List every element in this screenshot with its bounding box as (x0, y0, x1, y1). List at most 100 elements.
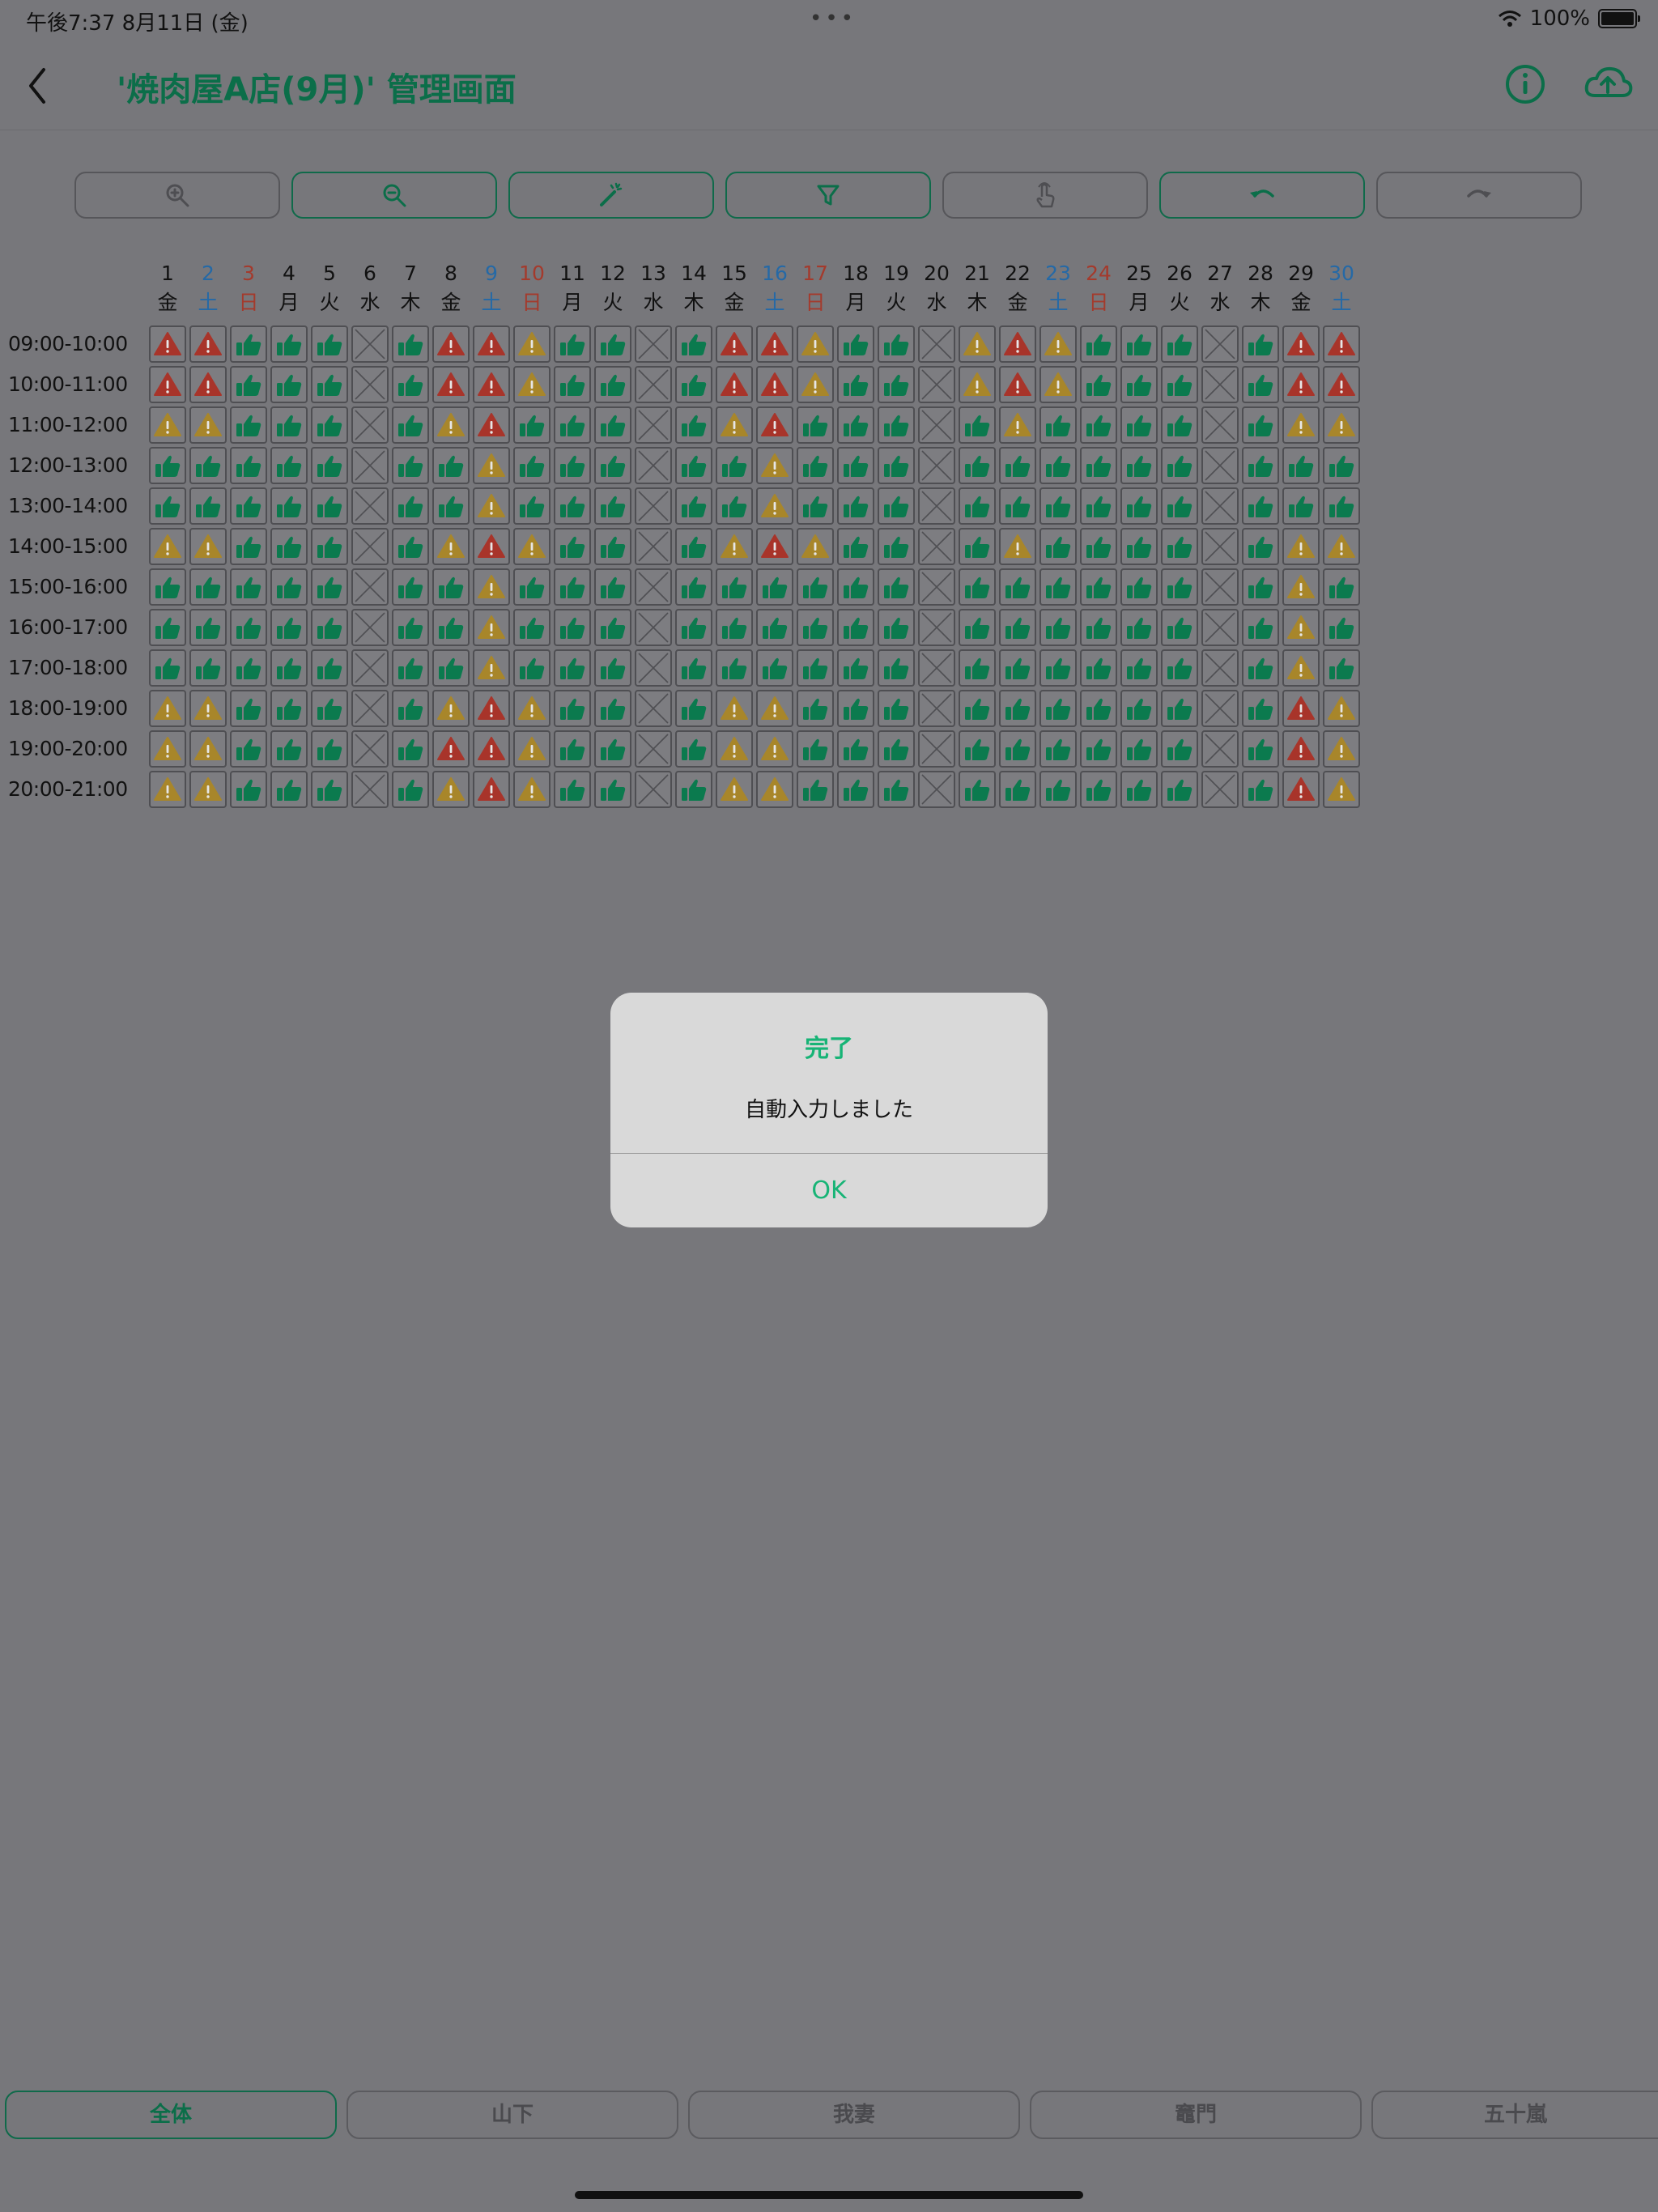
schedule-cell[interactable] (1120, 366, 1158, 403)
schedule-cell[interactable] (1323, 771, 1360, 808)
schedule-cell[interactable] (1039, 649, 1077, 687)
schedule-cell[interactable] (594, 649, 631, 687)
schedule-cell[interactable] (311, 487, 348, 525)
schedule-cell[interactable] (918, 366, 955, 403)
schedule-cell[interactable] (392, 325, 429, 363)
schedule-cell[interactable] (392, 406, 429, 444)
tab-all[interactable]: 全体 (5, 2091, 337, 2139)
schedule-cell[interactable] (675, 568, 712, 606)
schedule-cell[interactable] (473, 771, 510, 808)
schedule-cell[interactable] (716, 447, 753, 484)
schedule-cell[interactable] (594, 528, 631, 565)
schedule-cell[interactable] (1323, 528, 1360, 565)
schedule-cell[interactable] (351, 325, 389, 363)
schedule-cell[interactable] (554, 325, 591, 363)
schedule-cell[interactable] (230, 568, 267, 606)
schedule-cell[interactable] (554, 568, 591, 606)
schedule-cell[interactable] (1080, 690, 1117, 727)
schedule-cell[interactable] (1120, 771, 1158, 808)
schedule-cell[interactable] (959, 366, 996, 403)
schedule-cell[interactable] (837, 649, 874, 687)
schedule-cell[interactable] (999, 487, 1036, 525)
schedule-cell[interactable] (1120, 649, 1158, 687)
schedule-cell[interactable] (351, 771, 389, 808)
schedule-cell[interactable] (230, 487, 267, 525)
schedule-cell[interactable] (189, 487, 227, 525)
schedule-cell[interactable] (1120, 690, 1158, 727)
schedule-cell[interactable] (392, 366, 429, 403)
schedule-cell[interactable] (1323, 487, 1360, 525)
schedule-cell[interactable] (756, 406, 793, 444)
schedule-cell[interactable] (878, 447, 915, 484)
info-circle-icon[interactable] (1499, 58, 1551, 110)
schedule-cell[interactable] (432, 690, 470, 727)
schedule-cell[interactable] (149, 366, 186, 403)
schedule-cell[interactable] (230, 447, 267, 484)
schedule-cell[interactable] (189, 325, 227, 363)
schedule-cell[interactable] (513, 528, 551, 565)
schedule-cell[interactable] (1323, 568, 1360, 606)
schedule-cell[interactable] (837, 528, 874, 565)
schedule-cell[interactable] (1201, 649, 1239, 687)
schedule-cell[interactable] (1323, 447, 1360, 484)
schedule-cell[interactable] (149, 730, 186, 768)
schedule-cell[interactable] (1242, 609, 1279, 646)
schedule-cell[interactable] (1242, 649, 1279, 687)
schedule-cell[interactable] (554, 406, 591, 444)
schedule-cell[interactable] (1039, 528, 1077, 565)
schedule-cell[interactable] (1039, 568, 1077, 606)
schedule-cell[interactable] (230, 730, 267, 768)
schedule-cell[interactable] (270, 730, 308, 768)
schedule-cell[interactable] (999, 568, 1036, 606)
schedule-cell[interactable] (432, 771, 470, 808)
auto-fill-button[interactable] (508, 172, 714, 219)
schedule-cell[interactable] (1282, 771, 1320, 808)
schedule-cell[interactable] (675, 609, 712, 646)
schedule-cell[interactable] (1039, 366, 1077, 403)
schedule-cell[interactable] (1039, 406, 1077, 444)
schedule-cell[interactable] (1323, 325, 1360, 363)
schedule-cell[interactable] (918, 487, 955, 525)
schedule-cell[interactable] (1039, 609, 1077, 646)
schedule-cell[interactable] (1242, 528, 1279, 565)
schedule-cell[interactable] (351, 730, 389, 768)
schedule-cell[interactable] (675, 366, 712, 403)
schedule-cell[interactable] (149, 568, 186, 606)
schedule-cell[interactable] (1242, 406, 1279, 444)
schedule-cell[interactable] (716, 325, 753, 363)
schedule-cell[interactable] (473, 325, 510, 363)
schedule-cell[interactable] (716, 649, 753, 687)
schedule-cell[interactable] (270, 771, 308, 808)
schedule-cell[interactable] (554, 609, 591, 646)
schedule-cell[interactable] (1161, 649, 1198, 687)
schedule-cell[interactable] (999, 771, 1036, 808)
schedule-cell[interactable] (270, 487, 308, 525)
schedule-cell[interactable] (554, 649, 591, 687)
schedule-cell[interactable] (270, 366, 308, 403)
schedule-cell[interactable] (473, 406, 510, 444)
schedule-cell[interactable] (311, 366, 348, 403)
undo-button[interactable] (1159, 172, 1365, 219)
schedule-cell[interactable] (756, 447, 793, 484)
schedule-cell[interactable] (594, 487, 631, 525)
schedule-cell[interactable] (230, 366, 267, 403)
schedule-cell[interactable] (270, 406, 308, 444)
schedule-cell[interactable] (351, 568, 389, 606)
schedule-cell[interactable] (1080, 487, 1117, 525)
schedule-cell[interactable] (554, 730, 591, 768)
zoom-in-button[interactable] (74, 172, 280, 219)
schedule-cell[interactable] (189, 406, 227, 444)
schedule-cell[interactable] (918, 447, 955, 484)
schedule-cell[interactable] (311, 771, 348, 808)
schedule-cell[interactable] (1242, 771, 1279, 808)
schedule-cell[interactable] (959, 325, 996, 363)
schedule-cell[interactable] (311, 649, 348, 687)
schedule-cell[interactable] (230, 690, 267, 727)
schedule-cell[interactable] (635, 528, 672, 565)
schedule-cell[interactable] (392, 447, 429, 484)
schedule-cell[interactable] (999, 730, 1036, 768)
schedule-cell[interactable] (635, 366, 672, 403)
schedule-cell[interactable] (554, 447, 591, 484)
schedule-cell[interactable] (1282, 325, 1320, 363)
schedule-cell[interactable] (675, 528, 712, 565)
